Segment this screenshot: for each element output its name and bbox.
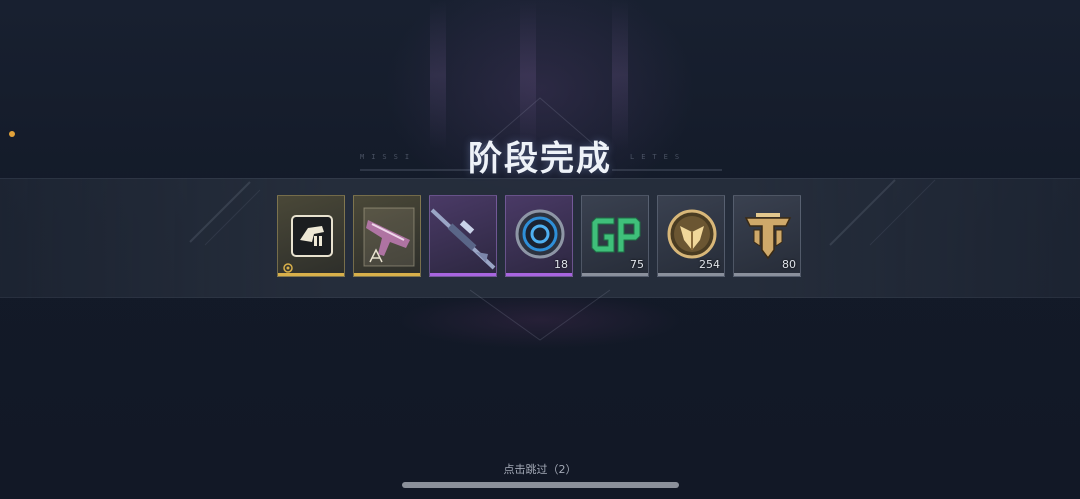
rarity-bar xyxy=(734,273,800,276)
weapon-blueprint-icon xyxy=(283,215,333,273)
rarity-bar xyxy=(506,273,572,276)
game-screen[interactable]: MISSI LETES 阶段完成 18 75 254 80 点击跳过（2） xyxy=(0,0,1080,499)
reward-count: 254 xyxy=(699,258,720,271)
reward-item-weapon-blueprint[interactable] xyxy=(277,195,345,277)
reward-item-sniper-rifle[interactable] xyxy=(429,195,497,277)
reward-count: 80 xyxy=(782,258,796,271)
sniper-rifle-icon xyxy=(430,208,496,270)
rarity-bar xyxy=(658,273,724,276)
reward-count: 18 xyxy=(554,258,568,271)
reward-list: 18 75 254 80 xyxy=(277,195,801,277)
rarity-bar xyxy=(354,273,420,276)
rarity-bar xyxy=(582,273,648,276)
reward-item-blue-token[interactable]: 18 xyxy=(505,195,573,277)
reward-item-weapon-skin-blueprint[interactable] xyxy=(353,195,421,277)
reward-item-gold-medal[interactable]: 254 xyxy=(657,195,725,277)
skip-hint[interactable]: 点击跳过（2） xyxy=(0,461,1080,477)
rarity-bar xyxy=(278,273,344,276)
rarity-bar xyxy=(430,273,496,276)
stage-complete-title: 阶段完成 xyxy=(468,139,612,179)
reward-item-battle-pass-emblem[interactable]: 80 xyxy=(733,195,801,277)
reward-item-gp-currency[interactable]: 75 xyxy=(581,195,649,277)
home-indicator-bar[interactable] xyxy=(402,482,679,488)
weapon-skin-blueprint-icon xyxy=(363,207,415,267)
reward-count: 75 xyxy=(630,258,644,271)
